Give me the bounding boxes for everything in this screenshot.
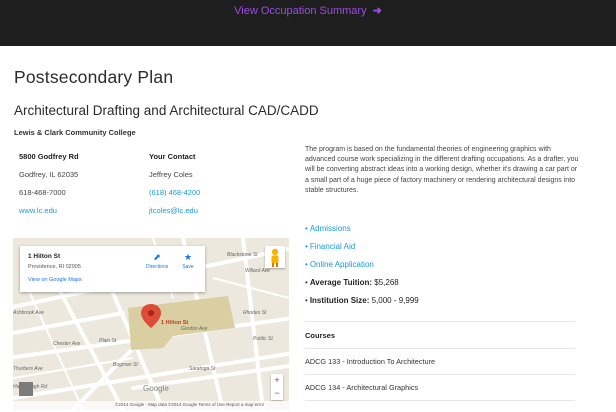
street-label: Gordon Ave	[181, 326, 208, 332]
star-icon: ★	[183, 252, 193, 262]
courses-header: Courses	[305, 331, 336, 340]
location-map[interactable]: Blackstone St Willard Ave Public St Gord…	[13, 238, 289, 410]
tuition-label: Average Tuition:	[309, 278, 373, 287]
save-label: Save	[182, 264, 194, 270]
street-label: Plain St	[99, 338, 117, 344]
program-title: Architectural Drafting and Architectural…	[14, 103, 319, 118]
map-pin-label: 1 Hilton St	[161, 320, 189, 326]
page-title: Postsecondary Plan	[14, 67, 174, 87]
street-label: Rhodes St	[243, 310, 267, 316]
address-city: Godfrey, IL 62035	[19, 170, 79, 179]
contact-name: Jeffrey Coles	[149, 170, 193, 179]
bullet-icon: •	[305, 278, 308, 287]
directions-label: Directions	[146, 264, 169, 270]
satellite-toggle-button[interactable]	[19, 382, 33, 396]
map-attribution: ©2014 Google · Map data ©2014 Google Ter…	[115, 402, 265, 407]
size-label: Institution Size:	[309, 296, 370, 305]
online-application-label: Online Application	[309, 260, 374, 269]
zoom-in-button[interactable]: +	[271, 374, 283, 387]
course-item: ADCG 134 - Architectural Graphics	[305, 383, 419, 392]
google-logo: Google	[143, 384, 169, 393]
save-button[interactable]: ★ Save	[178, 252, 198, 270]
street-label: Blackstone St	[227, 252, 258, 258]
map-card-title: 1 Hilton St	[28, 253, 61, 260]
tuition-value: $5,268	[374, 278, 399, 287]
divider	[305, 374, 575, 375]
online-application-link[interactable]: • Online Application	[305, 260, 374, 269]
zoom-control: + −	[271, 374, 283, 400]
street-label: Willard Ave	[245, 268, 270, 274]
view-occupation-summary-link[interactable]: View Occupation Summary ➜	[0, 4, 616, 17]
map-card-address: Providence, RI 02905	[28, 264, 81, 270]
contact-phone-link[interactable]: (618) 468-4200	[149, 188, 200, 198]
directions-button[interactable]: ⬈ Directions	[146, 252, 168, 270]
contact-email-link[interactable]: jtcoles@lc.edu	[149, 206, 198, 216]
program-description: The program is based on the fundamental …	[305, 146, 579, 194]
street-label: Bogman St	[113, 362, 138, 368]
course-item: ADCG 133 - Introduction To Architecture	[305, 357, 436, 366]
bullet-icon: •	[305, 224, 308, 233]
street-label: Saratoga St	[189, 366, 216, 372]
top-banner: View Occupation Summary ➜	[0, 0, 616, 46]
street-label: Ashbrook Ave	[13, 310, 44, 316]
map-footer: ©2014 Google · Map data ©2014 Google Ter…	[13, 401, 289, 410]
bullet-icon: •	[305, 296, 308, 305]
bullet-icon: •	[305, 260, 308, 269]
admissions-link[interactable]: • Admissions	[305, 224, 351, 233]
bullet-icon: •	[305, 242, 308, 251]
pegman-icon	[271, 248, 279, 267]
financial-aid-label: Financial Aid	[309, 242, 356, 251]
contact-header: Your Contact	[149, 152, 196, 161]
college-name: Lewis & Clark Community College	[14, 128, 136, 137]
size-value: 5,000 - 9,999	[371, 296, 419, 305]
zoom-out-button[interactable]: −	[271, 387, 283, 400]
college-website-link[interactable]: www.lc.edu	[19, 206, 57, 216]
view-on-google-maps-link[interactable]: View on Google Maps	[28, 277, 82, 283]
college-phone: 618-468-7000	[19, 188, 66, 197]
map-info-card: 1 Hilton St Providence, RI 02905 View on…	[20, 246, 205, 292]
address-street: 5800 Godfrey Rd	[19, 152, 79, 161]
street-label: Public St	[253, 336, 273, 342]
directions-icon: ⬈	[153, 252, 161, 262]
divider	[305, 348, 575, 349]
street-label: Chester Ave	[53, 341, 81, 347]
arrow-right-icon: ➜	[372, 5, 382, 17]
street-label: Thurbers Ave	[13, 366, 43, 372]
street-view-pegman[interactable]	[265, 246, 285, 268]
divider	[305, 400, 575, 401]
institution-size: • Institution Size: 5,000 - 9,999	[305, 296, 419, 305]
view-occupation-summary-label: View Occupation Summary	[234, 5, 367, 17]
financial-aid-link[interactable]: • Financial Aid	[305, 242, 355, 251]
admissions-label: Admissions	[309, 224, 351, 233]
divider	[305, 321, 575, 322]
average-tuition: • Average Tuition: $5,268	[305, 278, 399, 287]
